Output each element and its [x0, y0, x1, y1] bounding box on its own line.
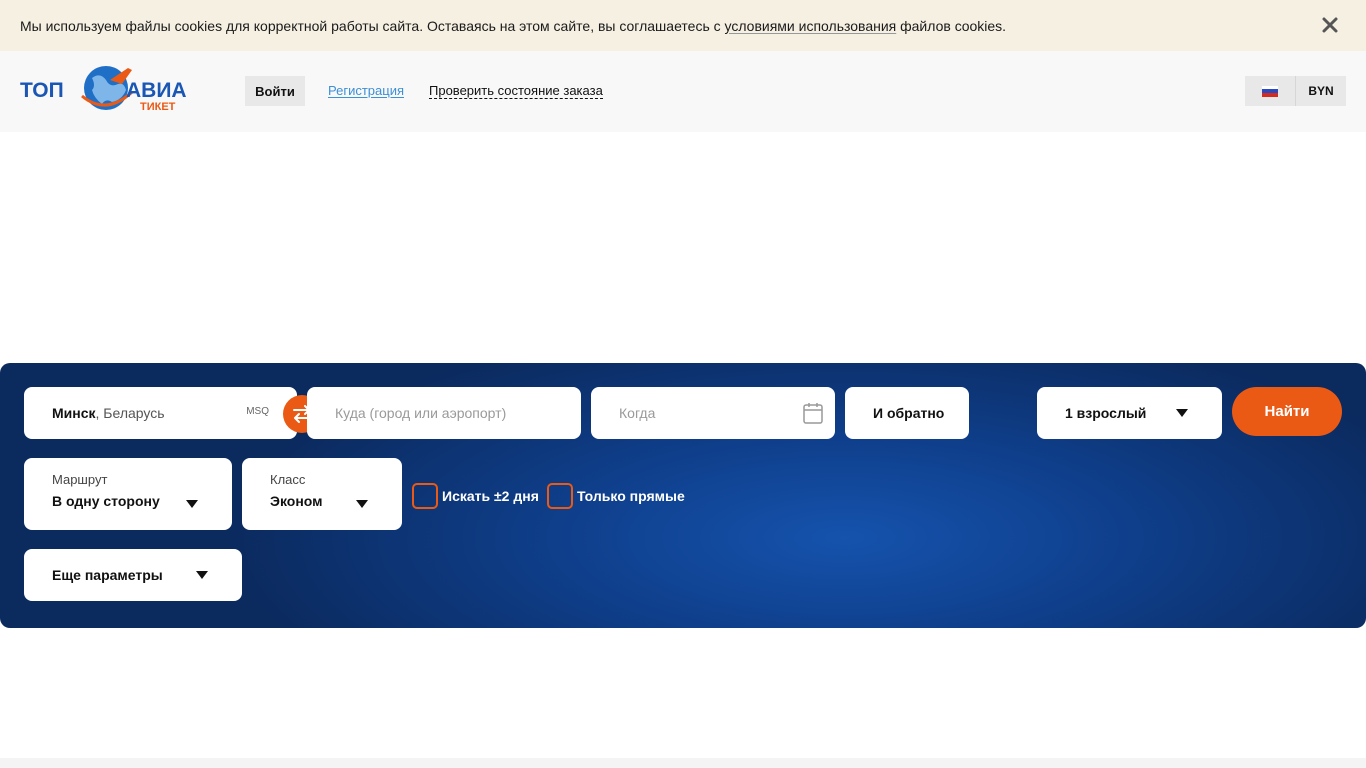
register-link[interactable]: Регистрация	[328, 83, 404, 98]
destination-field[interactable]	[307, 387, 581, 439]
route-type-selector[interactable]: Маршрут В одну сторону	[24, 458, 232, 530]
cookie-banner: Мы используем файлы cookies для корректн…	[0, 0, 1366, 51]
flex-dates-checkbox[interactable]: Искать ±2 дня	[412, 483, 539, 509]
chevron-down-icon	[1176, 409, 1188, 417]
origin-city: Минск	[52, 405, 96, 421]
origin-field[interactable]: Минск, Беларусь MSQ	[24, 387, 297, 439]
chevron-down-icon	[186, 500, 198, 508]
chevron-down-icon	[356, 500, 368, 508]
chevron-down-icon	[196, 571, 208, 579]
currency-selector[interactable]: BYN	[1296, 76, 1346, 106]
logo-text-top: ТОП	[20, 79, 64, 102]
origin-code: MSQ	[246, 406, 269, 417]
site-header: ТОП АВИА ТИКЕТ Войти Регистрация Провери…	[0, 51, 1366, 132]
return-trip-button[interactable]: И обратно	[845, 387, 969, 439]
logo-text-main: АВИА	[126, 79, 187, 102]
flex-dates-label: Искать ±2 дня	[442, 488, 539, 504]
calendar-icon[interactable]	[803, 402, 823, 424]
cookie-terms-link[interactable]: условиями использования	[725, 18, 897, 34]
logo-text-sub: ТИКЕТ	[140, 101, 176, 113]
route-value: В одну сторону	[52, 493, 160, 509]
more-params-label: Еще параметры	[52, 567, 163, 583]
cookie-text: Мы используем файлы cookies для корректн…	[20, 18, 1006, 34]
footer-strip	[0, 758, 1366, 768]
language-selector[interactable]	[1245, 76, 1296, 106]
cookie-text-after: файлов cookies.	[896, 17, 1007, 34]
passengers-value: 1 взрослый	[1065, 405, 1147, 421]
cabin-class-selector[interactable]: Класс Эконом	[242, 458, 402, 530]
login-button[interactable]: Войти	[245, 76, 305, 106]
passengers-selector[interactable]: 1 взрослый	[1037, 387, 1222, 439]
checkbox-box[interactable]	[412, 483, 438, 509]
cookie-text-before: Мы используем файлы cookies для корректн…	[20, 17, 725, 34]
direct-only-checkbox[interactable]: Только прямые	[547, 483, 685, 509]
russian-flag-icon	[1262, 85, 1278, 97]
direct-only-label: Только прямые	[577, 488, 685, 504]
close-icon[interactable]	[1320, 15, 1340, 35]
destination-input[interactable]	[335, 405, 555, 421]
checkbox-box[interactable]	[547, 483, 573, 509]
route-label: Маршрут	[52, 472, 108, 487]
flight-search-panel: Минск, Беларусь MSQ И обратно 1 взрослый…	[0, 363, 1366, 628]
more-params-toggle[interactable]: Еще параметры	[24, 549, 242, 601]
check-order-link[interactable]: Проверить состояние заказа	[429, 83, 603, 99]
locale-switcher: BYN	[1245, 76, 1346, 106]
date-field[interactable]	[591, 387, 835, 439]
find-button[interactable]: Найти	[1232, 387, 1342, 436]
class-label: Класс	[270, 472, 306, 487]
origin-country: , Беларусь	[95, 405, 165, 421]
logo[interactable]: ТОП АВИА ТИКЕТ	[20, 62, 200, 118]
